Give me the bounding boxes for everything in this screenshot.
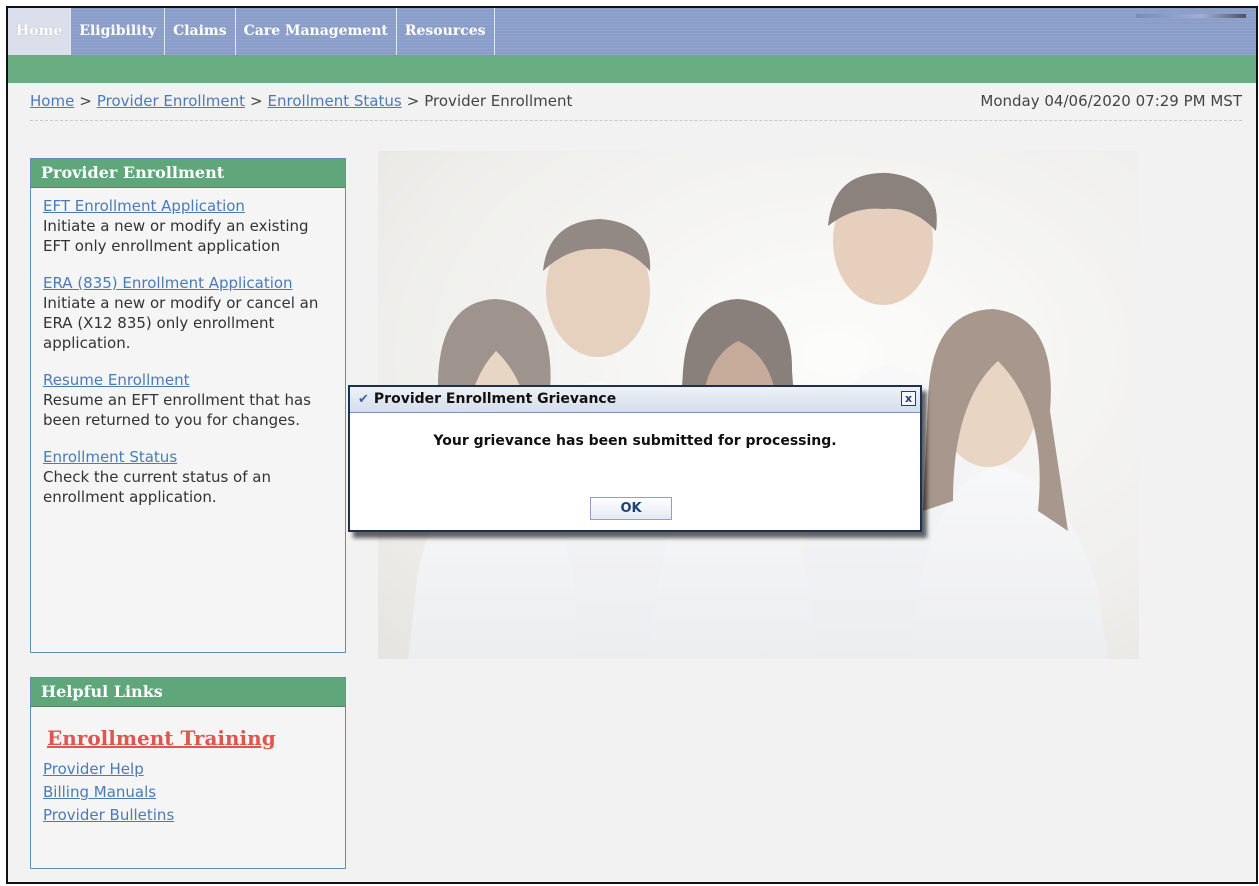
breadcrumb-provider-enrollment-link[interactable]: Provider Enrollment: [97, 92, 245, 110]
tab-eligibility[interactable]: Eligibility: [71, 8, 166, 55]
ok-button[interactable]: OK: [590, 497, 672, 520]
dialog-message: Your grievance has been submitted for pr…: [433, 433, 837, 449]
provider-bulletins-link[interactable]: Provider Bulletins: [43, 805, 333, 825]
checkmark-icon: ✔: [358, 392, 369, 407]
dialog-title-bar: ✔ Provider Enrollment Grievance x: [350, 387, 920, 413]
current-datetime: Monday 04/06/2020 07:29 PM MST: [980, 92, 1242, 110]
era-enrollment-application-link[interactable]: ERA (835) Enrollment Application: [43, 273, 333, 293]
helpful-links-panel-title: Helpful Links: [31, 678, 345, 707]
breadcrumb-separator: >: [406, 92, 420, 110]
resume-enrollment-link[interactable]: Resume Enrollment: [43, 370, 333, 390]
breadcrumb-separator: >: [79, 92, 92, 110]
menu-entry-description: Initiate a new or modify or cancel an ER…: [43, 294, 319, 352]
menu-entry: Enrollment Status Check the current stat…: [43, 447, 333, 507]
dialog-title: Provider Enrollment Grievance: [373, 391, 617, 407]
menu-entry-description: Resume an EFT enrollment that has been r…: [43, 391, 311, 429]
breadcrumb-enrollment-status-link[interactable]: Enrollment Status: [268, 92, 402, 110]
menu-entry: EFT Enrollment Application Initiate a ne…: [43, 196, 333, 256]
tab-care-management[interactable]: Care Management: [236, 8, 397, 55]
helpful-links-panel: Helpful Links Enrollment Training Provid…: [30, 677, 346, 869]
tab-home[interactable]: Home: [8, 8, 72, 55]
close-icon[interactable]: x: [901, 391, 916, 406]
enrollment-status-link[interactable]: Enrollment Status: [43, 447, 333, 467]
provider-enrollment-panel: Provider Enrollment EFT Enrollment Appli…: [30, 158, 346, 653]
breadcrumb-separator: >: [249, 92, 263, 110]
eft-enrollment-application-link[interactable]: EFT Enrollment Application: [43, 196, 333, 216]
menu-entry: ERA (835) Enrollment Application Initiat…: [43, 273, 333, 353]
provider-enrollment-panel-title: Provider Enrollment: [31, 159, 345, 188]
grievance-dialog: ✔ Provider Enrollment Grievance x Your gr…: [348, 385, 922, 532]
breadcrumb-current: Provider Enrollment: [424, 92, 573, 110]
billing-manuals-link[interactable]: Billing Manuals: [43, 782, 333, 802]
provider-help-link[interactable]: Provider Help: [43, 759, 333, 779]
tab-resources[interactable]: Resources: [397, 8, 495, 55]
menu-entry-description: Check the current status of an enrollmen…: [43, 468, 271, 506]
tab-claims[interactable]: Claims: [165, 8, 236, 55]
menu-entry-description: Initiate a new or modify an existing EFT…: [43, 217, 309, 255]
breadcrumb: Home > Provider Enrollment > Enrollment Stat…: [30, 92, 1242, 121]
breadcrumb-home-link[interactable]: Home: [30, 92, 74, 110]
top-navigation: Home Eligibility Claims Care Management …: [8, 8, 1256, 55]
app-window: Home Eligibility Claims Care Management …: [6, 6, 1258, 884]
header-decoration: [1136, 14, 1246, 18]
menu-entry: Resume Enrollment Resume an EFT enrollme…: [43, 370, 333, 430]
enrollment-training-link[interactable]: Enrollment Training: [47, 723, 333, 753]
